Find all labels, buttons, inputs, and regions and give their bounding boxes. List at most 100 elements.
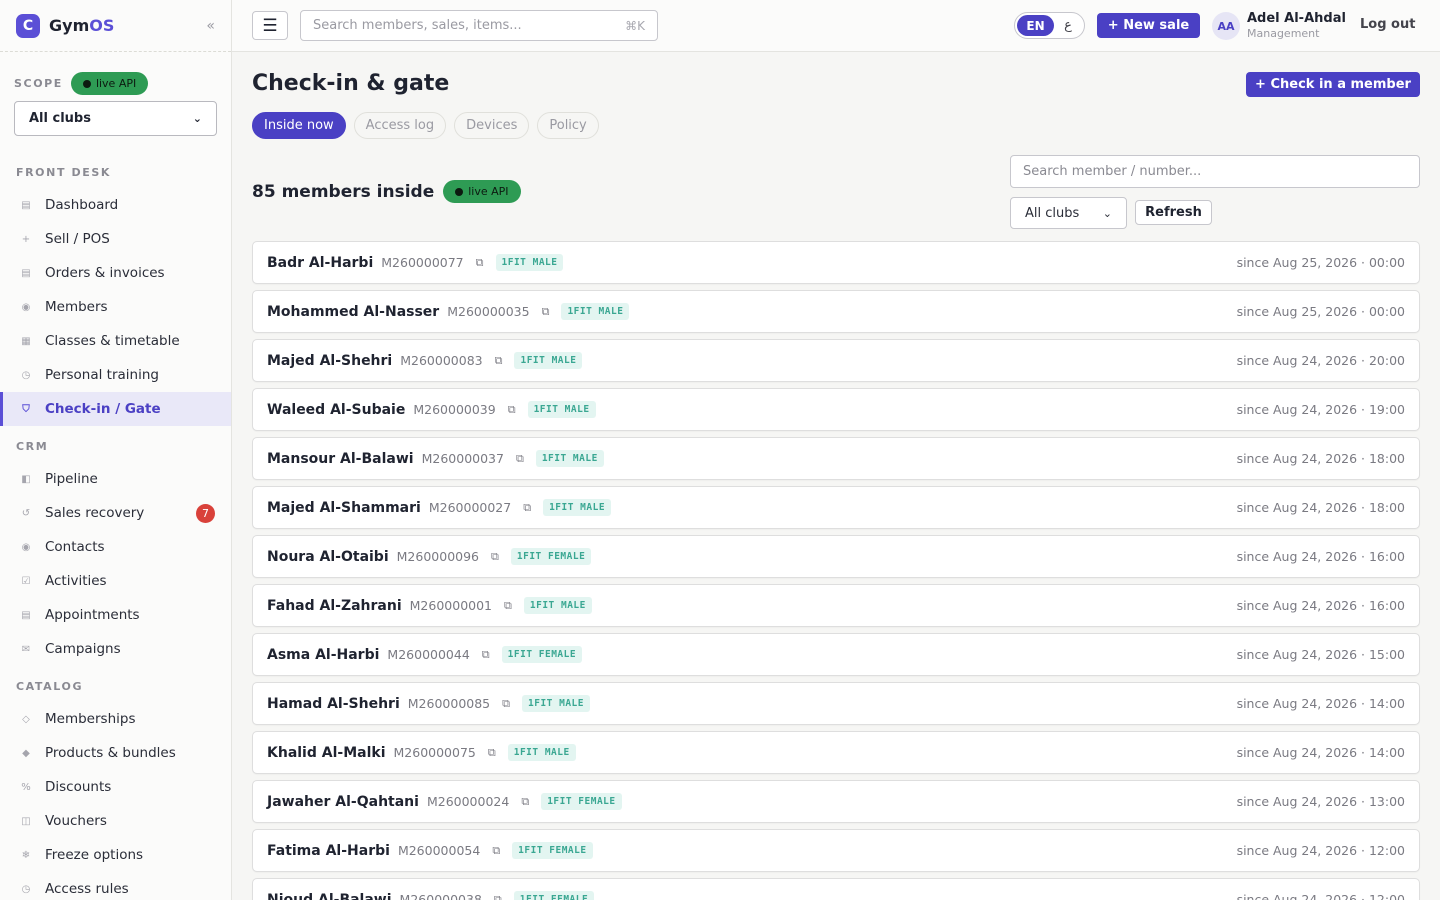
- sidebar-item-label: Freeze options: [45, 847, 144, 863]
- member-name[interactable]: Khalid Al-Malki: [267, 745, 386, 761]
- avatar[interactable]: AA: [1212, 12, 1240, 40]
- list-item[interactable]: Fahad Al-Zahrani M260000001 ⧉ 1FIT MALE sinc…: [252, 584, 1420, 627]
- tab-inside-now[interactable]: Inside now: [252, 112, 346, 139]
- sidebar-item-contacts[interactable]: ◉ Contacts: [0, 530, 231, 564]
- membership-tag: 1FIT FEMALE: [501, 646, 583, 663]
- collapse-sidebar-icon[interactable]: «: [206, 18, 215, 34]
- lang-en-option[interactable]: EN: [1017, 15, 1054, 36]
- sidebar-item-products-bundles[interactable]: ◆ Products & bundles: [0, 736, 231, 770]
- member-name[interactable]: Asma Al-Harbi: [267, 647, 379, 663]
- copy-icon[interactable]: ⧉: [502, 697, 510, 711]
- sidebar-item-label: Classes & timetable: [45, 333, 180, 349]
- list-item[interactable]: Badr Al-Harbi M260000077 ⧉ 1FIT MALE since A…: [252, 241, 1420, 284]
- member-name[interactable]: Fatima Al-Harbi: [267, 843, 390, 859]
- member-number: M260000044: [387, 647, 470, 662]
- sidebar-item-sales-recovery[interactable]: ↺ Sales recovery 7: [0, 496, 231, 530]
- membership-tag: 1FIT MALE: [507, 744, 576, 761]
- member-name[interactable]: Nioud Al-Balawi: [267, 892, 392, 900]
- member-name[interactable]: Mohammed Al-Nasser: [267, 304, 439, 320]
- new-sale-button[interactable]: + New sale: [1097, 13, 1200, 38]
- members-icon: ◉: [21, 301, 31, 313]
- sidebar-item-personal-training[interactable]: ◷ Personal training: [0, 358, 231, 392]
- tab-devices[interactable]: Devices: [454, 112, 530, 139]
- list-item[interactable]: Majed Al-Shammari M260000027 ⧉ 1FIT MALE sin…: [252, 486, 1420, 529]
- sidebar-item-sell-pos[interactable]: + Sell / POS: [0, 222, 231, 256]
- member-name[interactable]: Majed Al-Shammari: [267, 500, 421, 516]
- list-item[interactable]: Fatima Al-Harbi M260000054 ⧉ 1FIT FEMALE sin…: [252, 829, 1420, 872]
- list-item[interactable]: Asma Al-Harbi M260000044 ⧉ 1FIT FEMALE since…: [252, 633, 1420, 676]
- copy-icon[interactable]: ⧉: [492, 844, 500, 858]
- refresh-button[interactable]: Refresh: [1135, 200, 1212, 225]
- club-scope-select[interactable]: All clubs ⌄: [14, 101, 217, 136]
- club-filter-select[interactable]: All clubs ⌄: [1010, 197, 1127, 229]
- logout-button[interactable]: Log out: [1360, 17, 1415, 32]
- list-item[interactable]: Jawaher Al-Qahtani M260000024 ⧉ 1FIT FEMALE…: [252, 780, 1420, 823]
- member-search-input[interactable]: Search member / number...: [1010, 155, 1420, 188]
- language-toggle[interactable]: EN ع: [1014, 12, 1085, 39]
- member-name[interactable]: Mansour Al-Balawi: [267, 451, 414, 467]
- brand-logo-icon[interactable]: C: [16, 13, 40, 38]
- copy-icon[interactable]: ⧉: [482, 648, 490, 662]
- sidebar-item-activities[interactable]: ☑ Activities: [0, 564, 231, 598]
- personal-training-icon: ◷: [21, 369, 31, 381]
- member-name[interactable]: Waleed Al-Subaie: [267, 402, 405, 418]
- sidebar-item-dashboard[interactable]: ▤ Dashboard: [0, 188, 231, 222]
- copy-icon[interactable]: ⧉: [476, 256, 484, 270]
- list-item[interactable]: Waleed Al-Subaie M260000039 ⧉ 1FIT MALE sinc…: [252, 388, 1420, 431]
- discounts-icon: %: [21, 781, 31, 793]
- brand-name[interactable]: GymOS: [49, 16, 114, 35]
- list-item[interactable]: Majed Al-Shehri M260000083 ⧉ 1FIT MALE since…: [252, 339, 1420, 382]
- copy-icon[interactable]: ⧉: [521, 795, 529, 809]
- sidebar-item-members[interactable]: ◉ Members: [0, 290, 231, 324]
- global-search-input[interactable]: Search members, sales, items... ⌘K: [300, 10, 658, 41]
- sidebar-item-orders-invoices[interactable]: ▤ Orders & invoices: [0, 256, 231, 290]
- copy-icon[interactable]: ⧉: [491, 550, 499, 564]
- member-name[interactable]: Majed Al-Shehri: [267, 353, 392, 369]
- tab-policy[interactable]: Policy: [537, 112, 599, 139]
- copy-icon[interactable]: ⧉: [488, 746, 496, 760]
- sidebar-item-pipeline[interactable]: ◧ Pipeline: [0, 462, 231, 496]
- copy-icon[interactable]: ⧉: [495, 354, 503, 368]
- sidebar-item-label: Sell / POS: [45, 231, 110, 247]
- nav-group-title: CATALOG: [16, 679, 84, 693]
- copy-icon[interactable]: ⧉: [508, 403, 516, 417]
- sidebar-item-check-in-gate[interactable]: ⛉ Check-in / Gate: [0, 392, 231, 426]
- search-shortcut: ⌘K: [625, 18, 645, 33]
- member-search-placeholder: Search member / number...: [1023, 164, 1202, 179]
- list-item[interactable]: Nioud Al-Balawi M260000038 ⧉ 1FIT FEMALE sin…: [252, 878, 1420, 900]
- list-item[interactable]: Mansour Al-Balawi M260000037 ⧉ 1FIT MALE sin…: [252, 437, 1420, 480]
- sidebar-item-campaigns[interactable]: ✉ Campaigns: [0, 632, 231, 666]
- member-name[interactable]: Jawaher Al-Qahtani: [267, 794, 419, 810]
- sidebar-item-vouchers[interactable]: ◫ Vouchers: [0, 804, 231, 838]
- sidebar-item-classes-timetable[interactable]: ▦ Classes & timetable: [0, 324, 231, 358]
- sidebar-item-label: Campaigns: [45, 641, 121, 657]
- menu-icon[interactable]: ☰: [252, 11, 288, 40]
- copy-icon[interactable]: ⧉: [504, 599, 512, 613]
- copy-icon[interactable]: ⧉: [542, 305, 550, 319]
- copy-icon[interactable]: ⧉: [494, 893, 502, 900]
- sidebar-item-discounts[interactable]: % Discounts: [0, 770, 231, 804]
- copy-icon[interactable]: ⧉: [516, 452, 524, 466]
- list-item[interactable]: Khalid Al-Malki M260000075 ⧉ 1FIT MALE since…: [252, 731, 1420, 774]
- member-name[interactable]: Badr Al-Harbi: [267, 255, 373, 271]
- list-item[interactable]: Mohammed Al-Nasser M260000035 ⧉ 1FIT MALE si…: [252, 290, 1420, 333]
- lang-ar-option[interactable]: ع: [1054, 18, 1082, 33]
- list-item[interactable]: Hamad Al-Shehri M260000085 ⧉ 1FIT MALE since…: [252, 682, 1420, 725]
- member-name[interactable]: Fahad Al-Zahrani: [267, 598, 402, 614]
- sidebar: C GymOS « SCOPE live API All clubs ⌄ FRO…: [0, 0, 232, 900]
- sidebar-item-label: Orders & invoices: [45, 265, 165, 281]
- check-in-member-button[interactable]: + Check in a member: [1246, 72, 1420, 97]
- sidebar-item-access-rules[interactable]: ◷ Access rules: [0, 872, 231, 900]
- sidebar-item-memberships[interactable]: ◇ Memberships: [0, 702, 231, 736]
- sidebar-item-appointments[interactable]: ▤ Appointments: [0, 598, 231, 632]
- sidebar-item-freeze-options[interactable]: ❄ Freeze options: [0, 838, 231, 872]
- tab-access-log[interactable]: Access log: [353, 112, 447, 139]
- sidebar-item-label: Activities: [45, 573, 107, 589]
- member-name[interactable]: Noura Al-Otaibi: [267, 549, 389, 565]
- sidebar-item-label: Dashboard: [45, 197, 119, 213]
- scope-label: SCOPE: [14, 77, 63, 90]
- copy-icon[interactable]: ⧉: [523, 501, 531, 515]
- check-in-time: since Aug 24, 2026 · 16:00: [1236, 598, 1405, 613]
- list-item[interactable]: Noura Al-Otaibi M260000096 ⧉ 1FIT FEMALE sin…: [252, 535, 1420, 578]
- member-name[interactable]: Hamad Al-Shehri: [267, 696, 400, 712]
